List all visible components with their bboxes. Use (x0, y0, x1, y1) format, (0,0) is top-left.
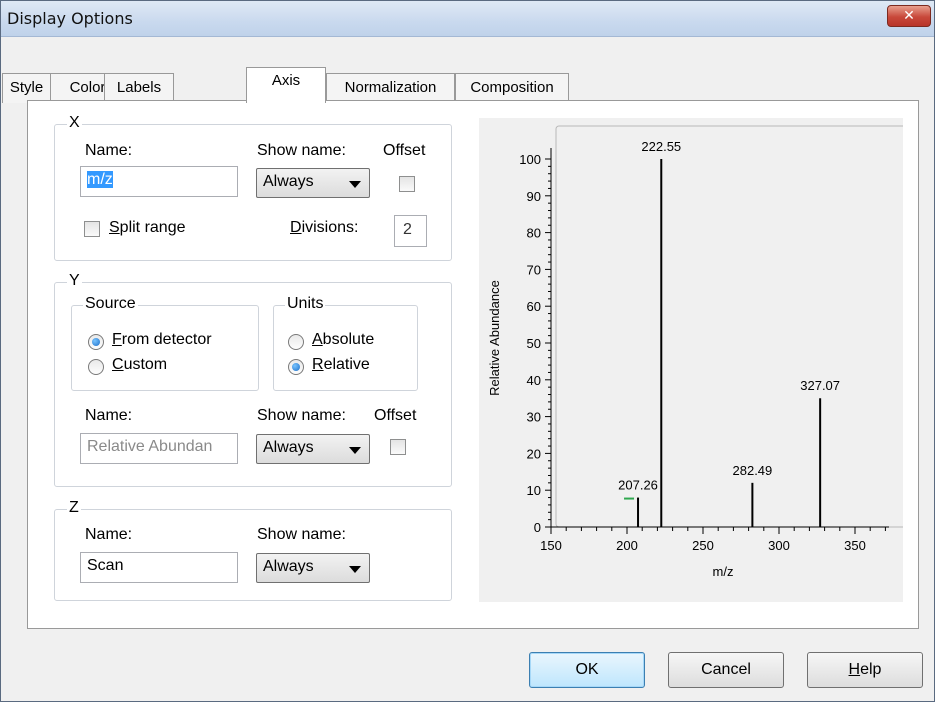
x-offset-label: Offset (383, 142, 426, 159)
y-tick-label: 10 (527, 483, 541, 498)
plot-frame (555, 125, 921, 528)
peak-label: 207.26 (618, 478, 658, 493)
ok-button[interactable]: OK (529, 652, 645, 688)
y-axis-group: Y Source From detector Custom Units Abso… (54, 272, 452, 487)
x-axis-group: X Name: m/z Show name: Always Offset Spl… (54, 114, 452, 261)
spectrum-preview: 0 10 20 30 40 50 60 70 80 90 100 150 200 250 300 350 m/z… (479, 118, 921, 602)
z-show-name-label: Show name: (257, 526, 346, 543)
tab-normalization[interactable]: Normalization (326, 73, 455, 103)
y-show-name-select[interactable]: Always (256, 434, 370, 464)
x-offset-checkbox[interactable] (399, 176, 415, 192)
x-tick-label: 200 (616, 538, 638, 553)
y-offset-label: Offset (374, 407, 417, 424)
units-absolute-label: Absolute (312, 331, 375, 348)
x-show-name-label: Show name: (257, 142, 346, 159)
x-name-input[interactable]: m/z (80, 166, 238, 197)
help-button[interactable]: Help (807, 652, 923, 688)
z-show-name-select[interactable]: Always (256, 553, 370, 583)
x-divisions-input[interactable]: 2 (394, 215, 427, 247)
spectrum-chart: 0 10 20 30 40 50 60 70 80 90 100 150 200 250 300 350 m/z… (487, 125, 921, 579)
z-name-label: Name: (85, 526, 133, 543)
peak-label: 222.55 (641, 139, 681, 154)
y-tick-label: 100 (519, 152, 541, 167)
y-axis-label: Relative Abundance (487, 280, 502, 396)
y-show-name-label: Show name: (257, 407, 346, 424)
cancel-button[interactable]: Cancel (668, 652, 784, 688)
y-tick-label: 60 (527, 299, 541, 314)
z-axis-group: Z Name: Scan Show name: Always (54, 499, 452, 601)
source-from-detector-label: From detector (112, 331, 212, 348)
y-units-group: Units Absolute Relative (273, 295, 418, 391)
z-group-legend: Z (67, 499, 81, 517)
y-tick-label: 80 (527, 226, 541, 241)
x-show-name-value: Always (263, 173, 314, 190)
window-title: Display Options (7, 9, 133, 28)
title-bar[interactable]: Display Options ✕ (1, 1, 934, 37)
x-tick-label: 150 (540, 538, 562, 553)
y-source-group: Source From detector Custom (71, 295, 259, 391)
y-tick-label: 70 (527, 262, 541, 277)
x-axis-label: m/z (713, 564, 734, 579)
y-tick-label: 40 (527, 373, 541, 388)
x-group-legend: X (67, 114, 82, 132)
y-offset-checkbox[interactable] (390, 439, 406, 455)
y-units-legend: Units (285, 295, 326, 313)
tab-axis[interactable]: Axis (246, 67, 326, 103)
y-tick-label: 50 (527, 336, 541, 351)
axis-tab-panel: X Name: m/z Show name: Always Offset Spl… (27, 100, 921, 629)
close-icon: ✕ (903, 8, 915, 24)
source-from-detector-radio[interactable] (88, 334, 104, 350)
x-show-name-select[interactable]: Always (256, 168, 370, 198)
x-tick-label: 350 (844, 538, 866, 553)
tab-composition[interactable]: Composition (455, 73, 569, 103)
y-source-legend: Source (83, 295, 138, 313)
x-tick-label: 250 (692, 538, 714, 553)
close-button[interactable]: ✕ (887, 5, 931, 27)
y-group-legend: Y (67, 272, 82, 290)
z-name-input[interactable]: Scan (80, 552, 238, 583)
tab-style[interactable]: Style (2, 73, 51, 103)
display-options-dialog: Display Options ✕ Style Color Labels Axi… (0, 0, 935, 702)
y-name-input[interactable]: Relative Abundan (80, 433, 238, 464)
peak-label: 327.07 (800, 378, 840, 393)
peak-label: 282.49 (733, 463, 773, 478)
x-divisions-label: Divisions: (290, 219, 359, 236)
y-tick-label: 90 (527, 189, 541, 204)
y-show-name-value: Always (263, 439, 314, 456)
x-name-label: Name: (85, 142, 133, 159)
y-name-label: Name: (85, 407, 133, 424)
units-relative-label: Relative (312, 356, 370, 373)
chevron-down-icon (349, 566, 361, 573)
chevron-down-icon (349, 181, 361, 188)
y-tick-label: 30 (527, 410, 541, 425)
x-tick-label: 300 (768, 538, 790, 553)
tab-labels[interactable]: Labels (104, 73, 174, 103)
x-split-range-checkbox[interactable] (84, 221, 100, 237)
z-show-name-value: Always (263, 558, 314, 575)
chevron-down-icon (349, 447, 361, 454)
y-tick-label: 20 (527, 446, 541, 461)
source-custom-radio[interactable] (88, 359, 104, 375)
units-relative-radio[interactable] (288, 359, 304, 375)
source-custom-label: Custom (112, 356, 168, 373)
y-tick-label: 0 (534, 520, 541, 535)
x-split-range-label: Split range (109, 219, 186, 236)
units-absolute-radio[interactable] (288, 334, 304, 350)
